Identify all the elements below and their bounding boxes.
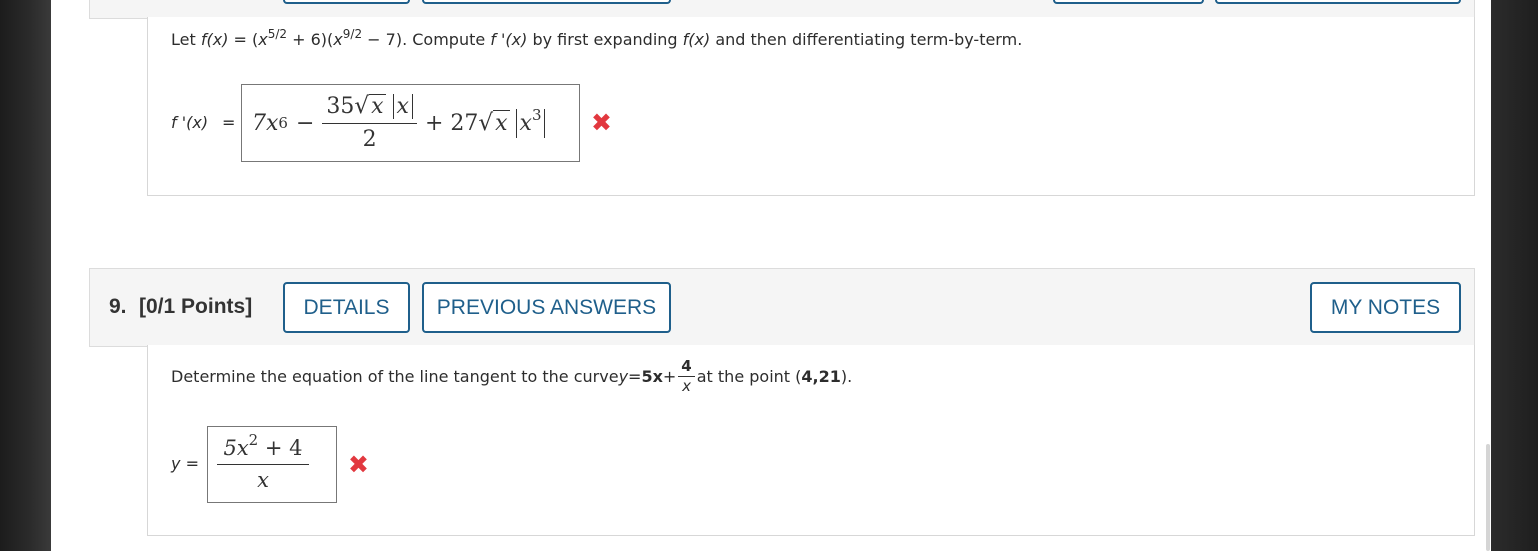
- question-number: 9.: [109, 295, 127, 318]
- prev-answer-fraction: 35 √ x x 2: [322, 93, 417, 152]
- question-prompt: Determine the equation of the line tange…: [171, 357, 853, 395]
- incorrect-x-icon: ✖: [591, 108, 612, 137]
- prev-question-prompt: Let f(x) = (x5/2 + 6)(x9/2 − 7). Compute…: [171, 27, 1023, 49]
- prev-details-button[interactable]: [283, 0, 410, 4]
- answer-fraction: 5x2 + 4 x: [217, 433, 309, 491]
- details-button[interactable]: DETAILS: [283, 282, 410, 333]
- prev-answer-field[interactable]: 7x 6 − 35 √ x x 2 + 27 √ x x3: [241, 84, 580, 162]
- previous-answers-button[interactable]: PREVIOUS ANSWERS: [422, 282, 671, 333]
- prompt-fraction: 4 x: [678, 358, 695, 394]
- prev-submit-answer-button[interactable]: [1053, 0, 1204, 4]
- prev-my-notes-button[interactable]: [1215, 0, 1461, 4]
- prev-answer-label: f '(x): [171, 113, 209, 132]
- answer-field[interactable]: 5x2 + 4 x: [207, 426, 337, 503]
- prev-answer-equals: =: [222, 113, 236, 132]
- prev-previous-answers-button[interactable]: [422, 0, 671, 4]
- answer-label: y =: [171, 454, 199, 473]
- scrollbar-thumb[interactable]: [1486, 444, 1490, 551]
- question-points: [0/1 Points]: [139, 295, 253, 318]
- incorrect-x-icon: ✖: [348, 450, 369, 479]
- assignment-page: Let f(x) = (x5/2 + 6)(x9/2 − 7). Compute…: [51, 0, 1491, 551]
- my-notes-button[interactable]: MY NOTES: [1310, 282, 1461, 333]
